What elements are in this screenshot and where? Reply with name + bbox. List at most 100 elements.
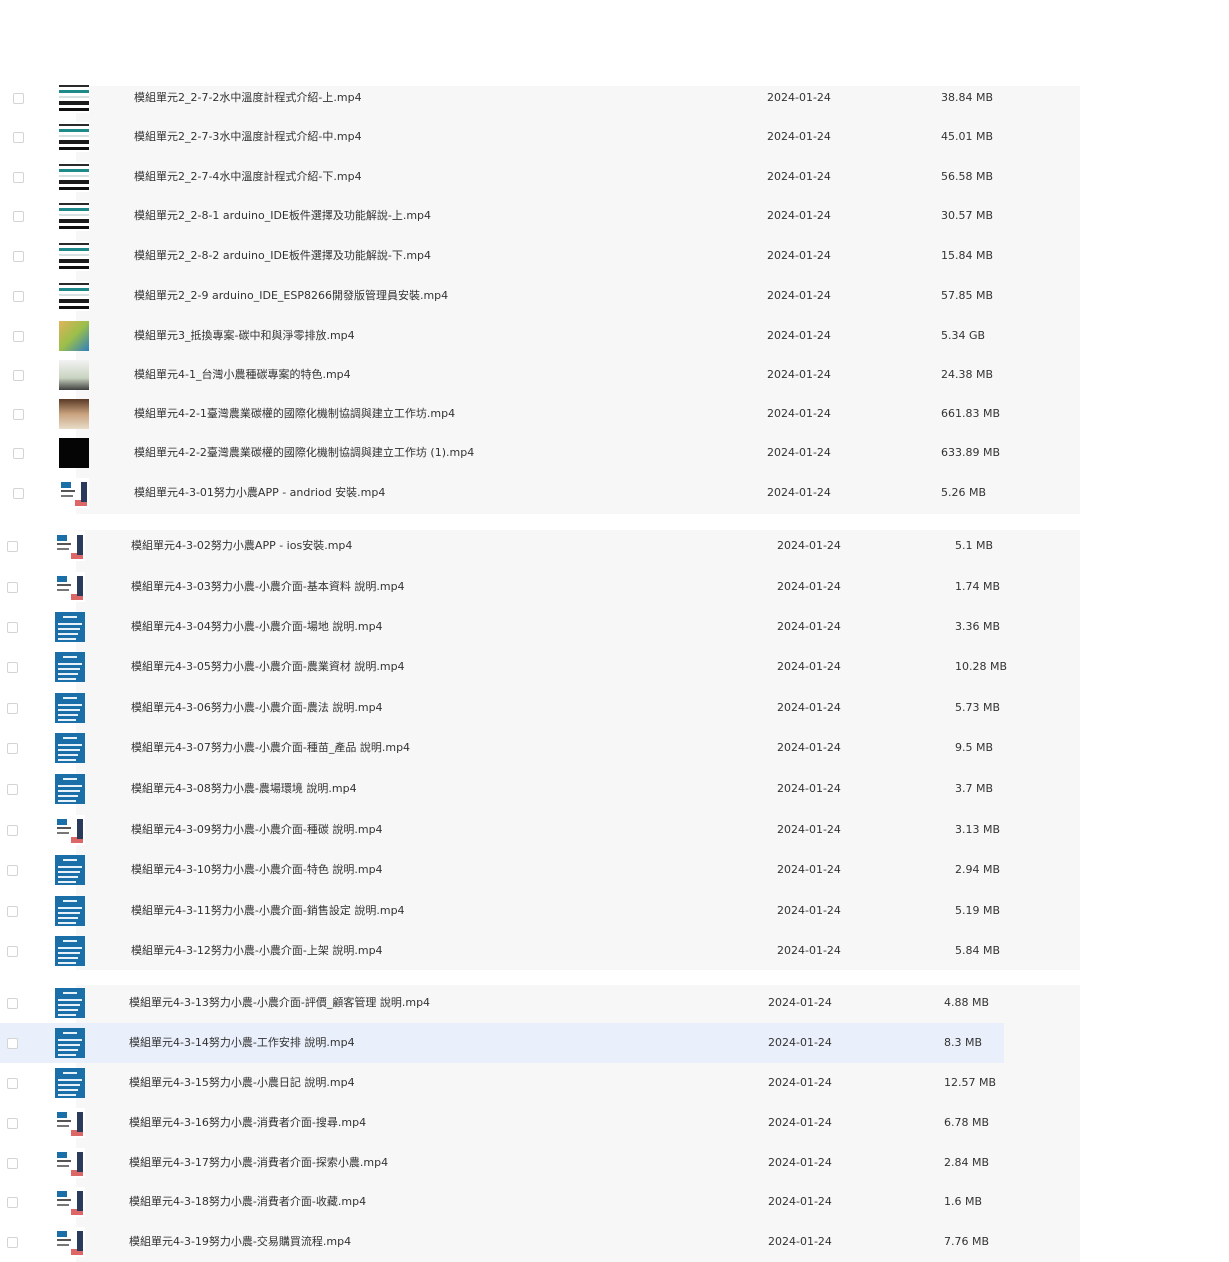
- file-date: 2024-01-24: [777, 863, 841, 876]
- file-row[interactable]: 模組單元4-3-04努力小農-小農介面-場地 說明.mp4 2024-01-24 3…: [0, 607, 1004, 647]
- file-name[interactable]: 模組單元4-3-17努力小農-消費者介面-探索小農.mp4: [129, 1156, 388, 1170]
- row-select-checkbox[interactable]: [13, 251, 24, 262]
- file-row[interactable]: 模組單元4-2-1臺灣農業碳權的國際化機制協調與建立工作坊.mp4 2024-01…: [0, 394, 1004, 434]
- file-row[interactable]: 模組單元2_2-8-1 arduino_IDE板件選擇及功能解說-上.mp4 20…: [0, 196, 1004, 236]
- file-row[interactable]: 模組單元4-3-05努力小農-小農介面-農業資材 說明.mp4 2024-01-2…: [0, 647, 1007, 687]
- file-row[interactable]: 模組單元4-1_台灣小農種碳專案的特色.mp4 2024-01-24 24.38 M…: [0, 355, 1004, 395]
- file-name[interactable]: 模組單元4-3-07努力小農-小農介面-種苗_產品 說明.mp4: [131, 741, 410, 755]
- file-name[interactable]: 模組單元4-3-19努力小農-交易購買流程.mp4: [129, 1235, 351, 1249]
- row-select-checkbox[interactable]: [13, 409, 24, 420]
- row-select-checkbox[interactable]: [7, 743, 18, 754]
- file-size: 30.57 MB: [941, 209, 994, 222]
- row-select-checkbox[interactable]: [7, 784, 18, 795]
- file-name[interactable]: 模組單元2_2-7-2水中溫度計程式介紹-上.mp4: [134, 91, 362, 105]
- file-name[interactable]: 模組單元2_2-7-3水中溫度計程式介紹-中.mp4: [134, 130, 362, 144]
- file-row[interactable]: 模組單元4-3-09努力小農-小農介面-種碳 說明.mp4 2024-01-24 3…: [0, 810, 1004, 850]
- file-row[interactable]: 模組單元4-3-06努力小農-小農介面-農法 說明.mp4 2024-01-24 5…: [0, 688, 1004, 728]
- file-row[interactable]: 模組單元4-3-08努力小農-農場環境 說明.mp4 2024-01-24 3.7 …: [0, 769, 1004, 809]
- row-select-checkbox[interactable]: [7, 865, 18, 876]
- file-name[interactable]: 模組單元2_2-8-1 arduino_IDE板件選擇及功能解說-上.mp4: [134, 209, 431, 223]
- file-row[interactable]: 模組單元3_抵換專案-碳中和與淨零排放.mp4 2024-01-24 5.34 GB: [0, 316, 1004, 356]
- file-row[interactable]: 模組單元2_2-8-2 arduino_IDE板件選擇及功能解說-下.mp4 20…: [0, 236, 1004, 276]
- file-row[interactable]: 模組單元4-3-18努力小農-消費者介面-收藏.mp4 2024-01-24 1.6…: [0, 1182, 1004, 1222]
- row-select-checkbox[interactable]: [13, 448, 24, 459]
- video-thumbnail: [59, 201, 89, 231]
- file-date: 2024-01-24: [767, 289, 831, 302]
- row-select-checkbox[interactable]: [7, 1197, 18, 1208]
- file-name[interactable]: 模組單元2_2-7-4水中溫度計程式介紹-下.mp4: [134, 170, 362, 184]
- file-name[interactable]: 模組單元4-3-14努力小農-工作安排 說明.mp4: [129, 1036, 355, 1050]
- file-name[interactable]: 模組單元4-3-01努力小農APP - andriod 安裝.mp4: [134, 486, 385, 500]
- file-name[interactable]: 模組單元4-2-2臺灣農業碳權的國際化機制協調與建立工作坊 (1).mp4: [134, 446, 474, 460]
- file-name[interactable]: 模組單元4-3-08努力小農-農場環境 說明.mp4: [131, 782, 357, 796]
- file-row[interactable]: 模組單元4-3-12努力小農-小農介面-上架 說明.mp4 2024-01-24 5…: [0, 931, 1004, 971]
- file-name[interactable]: 模組單元4-3-02努力小農APP - ios安裝.mp4: [131, 539, 352, 553]
- row-select-checkbox[interactable]: [7, 1078, 18, 1089]
- file-row[interactable]: 模組單元4-3-07努力小農-小農介面-種苗_產品 說明.mp4 2024-01-…: [0, 728, 1004, 768]
- row-select-checkbox[interactable]: [7, 541, 18, 552]
- row-select-checkbox[interactable]: [13, 370, 24, 381]
- row-select-checkbox[interactable]: [7, 825, 18, 836]
- row-select-checkbox[interactable]: [7, 1237, 18, 1248]
- file-row[interactable]: 模組單元2_2-7-4水中溫度計程式介紹-下.mp4 2024-01-24 56.5…: [0, 157, 1004, 197]
- row-select-checkbox[interactable]: [7, 998, 18, 1009]
- video-thumbnail: [55, 815, 85, 845]
- file-name[interactable]: 模組單元4-1_台灣小農種碳專案的特色.mp4: [134, 368, 351, 382]
- row-select-checkbox[interactable]: [7, 1158, 18, 1169]
- file-name[interactable]: 模組單元4-3-12努力小農-小農介面-上架 說明.mp4: [131, 944, 383, 958]
- row-select-checkbox[interactable]: [7, 1118, 18, 1129]
- file-size: 38.84 MB: [941, 91, 994, 104]
- row-select-checkbox[interactable]: [13, 172, 24, 183]
- file-name[interactable]: 模組單元4-3-09努力小農-小農介面-種碳 說明.mp4: [131, 823, 383, 837]
- file-row[interactable]: 模組單元4-3-16努力小農-消費者介面-搜尋.mp4 2024-01-24 6.7…: [0, 1103, 1004, 1143]
- row-select-checkbox[interactable]: [7, 703, 18, 714]
- file-row[interactable]: 模組單元4-3-13努力小農-小農介面-評價_顧客管理 說明.mp4 2024-0…: [0, 983, 1004, 1023]
- row-select-checkbox[interactable]: [7, 946, 18, 957]
- file-row[interactable]: 模組單元4-3-10努力小農-小農介面-特色 說明.mp4 2024-01-24 2…: [0, 850, 1004, 890]
- video-thumbnail: [59, 122, 89, 152]
- file-row[interactable]: 模組單元4-3-17努力小農-消費者介面-探索小農.mp4 2024-01-24 2…: [0, 1143, 1004, 1183]
- file-name[interactable]: 模組單元4-3-06努力小農-小農介面-農法 說明.mp4: [131, 701, 383, 715]
- row-select-checkbox[interactable]: [7, 582, 18, 593]
- file-name[interactable]: 模組單元2_2-9 arduino_IDE_ESP8266開發版管理員安裝.mp…: [134, 289, 448, 303]
- file-name[interactable]: 模組單元3_抵換專案-碳中和與淨零排放.mp4: [134, 329, 355, 343]
- video-thumbnail: [55, 1068, 85, 1098]
- row-select-checkbox[interactable]: [13, 291, 24, 302]
- file-name[interactable]: 模組單元4-3-16努力小農-消費者介面-搜尋.mp4: [129, 1116, 366, 1130]
- file-row[interactable]: 模組單元2_2-7-3水中溫度計程式介紹-中.mp4 2024-01-24 45.0…: [0, 117, 1004, 157]
- file-name[interactable]: 模組單元4-3-10努力小農-小農介面-特色 說明.mp4: [131, 863, 383, 877]
- row-select-checkbox[interactable]: [13, 93, 24, 104]
- file-row[interactable]: 模組單元4-3-15努力小農-小農日記 說明.mp4 2024-01-24 12.5…: [0, 1063, 1004, 1103]
- file-name[interactable]: 模組單元4-3-03努力小農-小農介面-基本資料 說明.mp4: [131, 580, 405, 594]
- file-row[interactable]: 模組單元4-2-2臺灣農業碳權的國際化機制協調與建立工作坊 (1).mp4 202…: [0, 433, 1004, 473]
- file-row[interactable]: 模組單元4-3-14努力小農-工作安排 說明.mp4 2024-01-24 8.3 …: [0, 1023, 1004, 1063]
- file-name[interactable]: 模組單元4-3-15努力小農-小農日記 說明.mp4: [129, 1076, 355, 1090]
- file-name[interactable]: 模組單元2_2-8-2 arduino_IDE板件選擇及功能解說-下.mp4: [134, 249, 431, 263]
- file-name[interactable]: 模組單元4-2-1臺灣農業碳權的國際化機制協調與建立工作坊.mp4: [134, 407, 455, 421]
- video-thumbnail: [59, 83, 89, 113]
- file-name[interactable]: 模組單元4-3-13努力小農-小農介面-評價_顧客管理 說明.mp4: [129, 996, 430, 1010]
- file-name[interactable]: 模組單元4-3-05努力小農-小農介面-農業資材 說明.mp4: [131, 660, 405, 674]
- file-name[interactable]: 模組單元4-3-11努力小農-小農介面-銷售設定 說明.mp4: [131, 904, 405, 918]
- row-select-checkbox[interactable]: [13, 488, 24, 499]
- row-select-checkbox[interactable]: [13, 211, 24, 222]
- file-date: 2024-01-24: [767, 368, 831, 381]
- row-select-checkbox[interactable]: [13, 331, 24, 342]
- file-row[interactable]: 模組單元2_2-7-2水中溫度計程式介紹-上.mp4 2024-01-24 38.8…: [0, 78, 1004, 118]
- file-row[interactable]: 模組單元4-3-02努力小農APP - ios安裝.mp4 2024-01-24 5…: [0, 526, 1004, 566]
- file-date: 2024-01-24: [777, 944, 841, 957]
- row-select-checkbox[interactable]: [7, 662, 18, 673]
- file-row[interactable]: 模組單元2_2-9 arduino_IDE_ESP8266開發版管理員安裝.mp…: [0, 276, 1004, 316]
- file-row[interactable]: 模組單元4-3-11努力小農-小農介面-銷售設定 說明.mp4 2024-01-2…: [0, 891, 1004, 931]
- file-name[interactable]: 模組單元4-3-04努力小農-小農介面-場地 說明.mp4: [131, 620, 383, 634]
- file-row[interactable]: 模組單元4-3-01努力小農APP - andriod 安裝.mp4 2024-0…: [0, 473, 1004, 513]
- file-date: 2024-01-24: [777, 580, 841, 593]
- video-thumbnail: [55, 572, 85, 602]
- row-select-checkbox[interactable]: [7, 906, 18, 917]
- file-row[interactable]: 模組單元4-3-19努力小農-交易購買流程.mp4 2024-01-24 7.76 …: [0, 1222, 1004, 1262]
- file-row[interactable]: 模組單元4-3-03努力小農-小農介面-基本資料 說明.mp4 2024-01-2…: [0, 567, 1004, 607]
- row-select-checkbox[interactable]: [7, 622, 18, 633]
- row-select-checkbox[interactable]: [13, 132, 24, 143]
- file-name[interactable]: 模組單元4-3-18努力小農-消費者介面-收藏.mp4: [129, 1195, 366, 1209]
- row-select-checkbox[interactable]: [7, 1038, 18, 1049]
